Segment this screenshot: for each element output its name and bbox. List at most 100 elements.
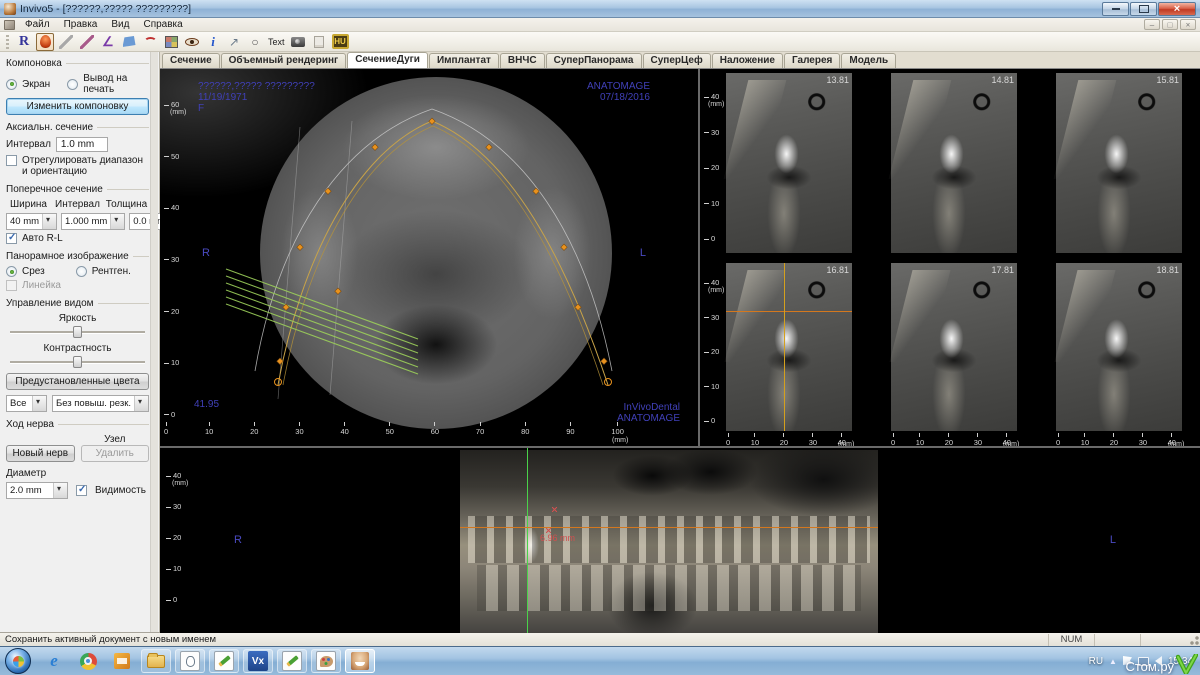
sharpen-select[interactable]: Без повыш. резк.: [52, 395, 149, 412]
pano-section-indicator-line[interactable]: [527, 448, 528, 633]
maximize-button[interactable]: [1130, 2, 1157, 16]
language-indicator[interactable]: RU: [1089, 656, 1103, 667]
tile-position-value: 13.81: [826, 75, 849, 85]
cross-section-tile[interactable]: 18.81: [1056, 263, 1182, 431]
diameter-select[interactable]: 2.0 mm: [6, 482, 68, 499]
dental-app-button[interactable]: [175, 649, 205, 673]
menu-view[interactable]: Вид: [105, 18, 135, 31]
internet-explorer-button[interactable]: e: [39, 649, 69, 673]
contrast-slider-thumb[interactable]: [73, 356, 82, 368]
cross-section-tile[interactable]: 15.81: [1056, 73, 1182, 253]
filter-select[interactable]: Все: [6, 395, 47, 412]
palette-app-icon: [316, 651, 336, 671]
tab-implant[interactable]: Имплантат: [429, 53, 499, 68]
brightness-label: Яркость: [6, 313, 149, 324]
tray-expand-icon[interactable]: ▲: [1109, 657, 1117, 666]
brand-line2: ANATOMAGE: [617, 413, 680, 424]
tab-volume-render[interactable]: Объемный рендеринг: [221, 53, 347, 68]
pano-axial-indicator-line[interactable]: [460, 527, 878, 528]
tooth-tool-button[interactable]: [36, 33, 54, 51]
angle-icon: ∠: [102, 34, 114, 50]
palette-icon: [320, 656, 333, 667]
sidebar-scrollbar[interactable]: [150, 52, 158, 632]
screen-radio[interactable]: [6, 79, 17, 90]
slice-radio[interactable]: [6, 266, 17, 277]
chevron-down-icon: [110, 214, 124, 229]
vx-app-button[interactable]: Vx: [243, 649, 273, 673]
measure-tool-button[interactable]: [57, 33, 75, 51]
curve-tool-button[interactable]: [141, 33, 159, 51]
circle-tool-button[interactable]: ○: [246, 33, 264, 51]
contrast-slider[interactable]: [10, 355, 145, 369]
layout-tool-button[interactable]: [162, 33, 180, 51]
panoramic-ct-image[interactable]: [460, 450, 878, 633]
tab-tmj[interactable]: ВНЧС: [500, 53, 545, 68]
editor2-app-button[interactable]: [277, 649, 307, 673]
app-icon: [4, 3, 16, 15]
mdi-close-button[interactable]: [1180, 19, 1196, 30]
mdi-restore-button[interactable]: [1162, 19, 1178, 30]
tab-superceph[interactable]: СуперЦеф: [643, 53, 711, 68]
ruler-pencil-icon: [80, 35, 94, 49]
start-button[interactable]: [5, 648, 31, 674]
print-radio[interactable]: [67, 79, 78, 90]
close-button[interactable]: [1158, 2, 1196, 16]
visibility-checkbox[interactable]: [76, 485, 87, 496]
angle-tool-button[interactable]: ∠: [99, 33, 117, 51]
xray-radio[interactable]: [76, 266, 87, 277]
visibility-tool-button[interactable]: [183, 33, 201, 51]
report-tool-button[interactable]: [310, 33, 328, 51]
invivo-app-button[interactable]: [345, 649, 375, 673]
ruler-checkbox-label: Линейка: [22, 280, 61, 291]
cross-section-tile[interactable]: 16.81: [726, 263, 852, 431]
tab-arch-section[interactable]: СечениеДуги: [347, 52, 428, 68]
info-tool-button[interactable]: i: [204, 33, 222, 51]
menu-help[interactable]: Справка: [137, 18, 188, 31]
paint-app-button[interactable]: [311, 649, 341, 673]
cross-vertical-ruler: 403020100: [704, 93, 719, 243]
outlook-button[interactable]: [107, 649, 137, 673]
text-tool-button[interactable]: Text: [267, 33, 286, 51]
new-nerve-button[interactable]: Новый нерв: [6, 445, 75, 462]
reorient-tool-button[interactable]: R: [15, 33, 33, 51]
width-select[interactable]: 40 mm: [6, 213, 57, 230]
chrome-button[interactable]: [73, 649, 103, 673]
area-tool-button[interactable]: [120, 33, 138, 51]
cross-section-tile[interactable]: 17.81: [891, 263, 1017, 431]
minimize-button[interactable]: [1102, 2, 1129, 16]
side-label-left: L: [1110, 534, 1116, 546]
tab-superpano[interactable]: СуперПанорама: [546, 53, 642, 68]
tab-superimposition[interactable]: Наложение: [712, 53, 783, 68]
adjust-range-checkbox[interactable]: [6, 155, 17, 166]
auto-rl-checkbox[interactable]: [6, 233, 17, 244]
tab-model[interactable]: Модель: [841, 53, 896, 68]
axial-interval-input[interactable]: 1.0 mm: [56, 137, 108, 152]
delete-node-button[interactable]: Удалить: [81, 445, 150, 462]
patient-dob: 11/19/1971: [198, 92, 315, 103]
tab-gallery[interactable]: Галерея: [784, 53, 840, 68]
snapshot-tool-button[interactable]: [289, 33, 307, 51]
ruler-label: 50: [164, 153, 179, 161]
cross-section-tile[interactable]: 14.81: [891, 73, 1017, 253]
editor-app-button[interactable]: [209, 649, 239, 673]
preset-colors-button[interactable]: Предустановленные цвета: [6, 373, 149, 390]
change-layout-button[interactable]: Изменить компоновку: [6, 98, 149, 115]
polygon-icon: [123, 36, 136, 47]
hu-tool-button[interactable]: HU: [331, 33, 350, 51]
outlook-icon: [114, 653, 130, 669]
explorer-button[interactable]: [141, 649, 171, 673]
mdi-minimize-button[interactable]: [1144, 19, 1160, 30]
brightness-slider-thumb[interactable]: [73, 326, 82, 338]
axial-view[interactable]: ??????,????? ????????? 11/19/1971 F ANAT…: [160, 69, 700, 446]
cross-section-tile[interactable]: 13.81: [726, 73, 852, 253]
menu-edit[interactable]: Правка: [58, 18, 104, 31]
interval-select[interactable]: 1.000 mm: [61, 213, 125, 230]
tab-section[interactable]: Сечение: [162, 53, 220, 68]
brightness-slider[interactable]: [10, 325, 145, 339]
ruler-tool-button[interactable]: [78, 33, 96, 51]
arrow-tool-button[interactable]: ↗: [225, 33, 243, 51]
resize-grip[interactable]: [1186, 633, 1200, 646]
ruler-checkbox[interactable]: [6, 280, 17, 291]
panoramic-view[interactable]: 6.96 mm R L 403020100 (mm): [160, 446, 1200, 633]
menu-file[interactable]: Файл: [19, 18, 56, 31]
